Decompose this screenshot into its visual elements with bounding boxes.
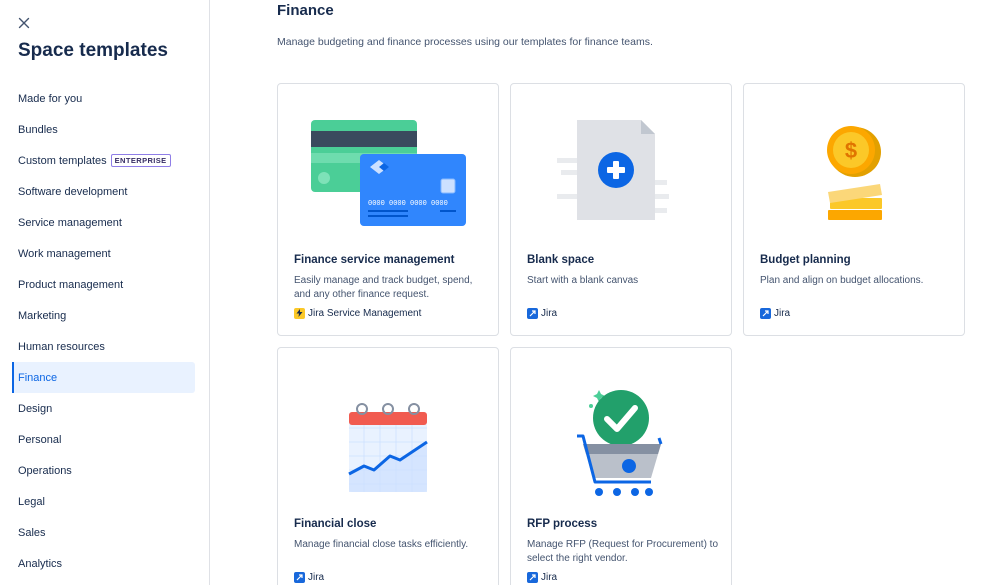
card-title: Blank space bbox=[527, 254, 595, 266]
card-title: Budget planning bbox=[760, 254, 851, 266]
product-name: Jira bbox=[308, 571, 325, 583]
sidebar-item-label: Marketing bbox=[18, 309, 67, 322]
jira-service-management-icon bbox=[294, 307, 305, 319]
sidebar-item-bundles[interactable]: Bundles bbox=[12, 114, 195, 145]
sidebar-item-label: Product management bbox=[18, 278, 124, 291]
jira-icon bbox=[527, 571, 538, 583]
blank-page-plus-illustration bbox=[557, 120, 669, 220]
sidebar-item-finance[interactable]: Finance bbox=[12, 362, 195, 393]
sidebar-item-label: Software development bbox=[18, 185, 128, 198]
sidebar-item-legal[interactable]: Legal bbox=[12, 486, 195, 517]
template-card-financial-close[interactable]: Financial close Manage financial close t… bbox=[277, 347, 499, 585]
product-label: Jira bbox=[527, 306, 557, 320]
card-title: RFP process bbox=[527, 518, 598, 530]
sidebar-item-product-management[interactable]: Product management bbox=[12, 269, 195, 300]
product-label: Jira bbox=[527, 570, 557, 584]
card-description: Start with a blank canvas bbox=[527, 275, 639, 286]
calendar-chart-illustration bbox=[348, 403, 428, 492]
product-name: Jira Service Management bbox=[308, 307, 422, 319]
sidebar-item-custom-templates[interactable]: Custom templates ENTERPRISE bbox=[12, 145, 195, 176]
enterprise-badge: ENTERPRISE bbox=[110, 154, 171, 167]
close-icon bbox=[18, 17, 30, 29]
sidebar-item-label: Operations bbox=[18, 464, 72, 477]
sidebar-item-sales[interactable]: Sales bbox=[12, 517, 195, 548]
card-description: Plan and align on budget allocations. bbox=[760, 275, 924, 286]
sidebar-item-label: Personal bbox=[18, 433, 62, 446]
jira-icon bbox=[760, 307, 771, 319]
coin-stack-illustration: $ bbox=[827, 126, 882, 220]
product-name: Jira bbox=[541, 571, 558, 583]
sidebar-item-label: Human resources bbox=[18, 340, 105, 353]
template-card-blank-space[interactable]: Blank space Start with a blank canvas Ji… bbox=[510, 83, 732, 336]
sidebar-item-analytics[interactable]: Analytics bbox=[12, 548, 195, 579]
page-description: Manage budgeting and finance processes u… bbox=[277, 36, 653, 48]
sidebar-item-service-management[interactable]: Service management bbox=[12, 207, 195, 238]
sidebar-item-label: Bundles bbox=[18, 123, 58, 136]
sidebar-item-label: Made for you bbox=[18, 92, 83, 105]
template-card-budget-planning[interactable]: $ Budget planning Plan and align on budg… bbox=[743, 83, 965, 336]
shopping-cart-check-illustration bbox=[577, 390, 663, 496]
category-nav: Made for you Bundles Custom templates ENT… bbox=[12, 83, 195, 579]
sidebar-title: Space templates bbox=[18, 40, 168, 61]
sidebar-item-software-development[interactable]: Software development bbox=[12, 176, 195, 207]
sidebar-item-design[interactable]: Design bbox=[12, 393, 195, 424]
space-templates-dialog: Space templates Made for you Bundles Cus… bbox=[0, 0, 999, 585]
jira-icon bbox=[527, 307, 538, 319]
sidebar-item-label: Service management bbox=[18, 216, 122, 229]
sidebar-item-marketing[interactable]: Marketing bbox=[12, 300, 195, 331]
main-content: Finance Manage budgeting and finance pro… bbox=[210, 0, 999, 585]
sidebar-item-operations[interactable]: Operations bbox=[12, 455, 195, 486]
sidebar-item-label: Analytics bbox=[18, 557, 63, 570]
sidebar-item-label: Finance bbox=[18, 371, 58, 384]
svg-text:$: $ bbox=[845, 138, 857, 163]
card-title: Financial close bbox=[294, 518, 377, 530]
product-name: Jira bbox=[774, 307, 791, 319]
sidebar-item-work-management[interactable]: Work management bbox=[12, 238, 195, 269]
sidebar-item-made-for-you[interactable]: Made for you bbox=[12, 83, 195, 114]
card-description: Manage RFP (Request for Procurement) to … bbox=[527, 539, 719, 564]
card-number-text: 0000 0000 0000 0000 bbox=[368, 200, 448, 208]
jira-icon bbox=[294, 571, 305, 583]
product-label: Jira Service Management bbox=[294, 306, 421, 320]
template-card-rfp-process[interactable]: RFP process Manage RFP (Request for Proc… bbox=[510, 347, 732, 585]
sidebar-item-personal[interactable]: Personal bbox=[12, 424, 195, 455]
sidebar-item-label: Legal bbox=[18, 495, 45, 508]
product-label: Jira bbox=[760, 306, 790, 320]
sidebar-item-label: Design bbox=[18, 402, 53, 415]
sidebar: Space templates Made for you Bundles Cus… bbox=[0, 0, 210, 585]
credit-cards-illustration: 0000 0000 0000 0000 bbox=[311, 120, 466, 226]
sidebar-item-human-resources[interactable]: Human resources bbox=[12, 331, 195, 362]
sidebar-item-label: Sales bbox=[18, 526, 46, 539]
template-card-finance-service-management[interactable]: 0000 0000 0000 0000 Finance service mana… bbox=[277, 83, 499, 336]
product-label: Jira bbox=[294, 570, 324, 584]
product-name: Jira bbox=[541, 307, 558, 319]
close-button[interactable] bbox=[14, 13, 34, 33]
sidebar-item-label: Work management bbox=[18, 247, 111, 260]
sidebar-item-label: Custom templates bbox=[18, 154, 107, 167]
page-title: Finance bbox=[277, 2, 334, 19]
card-description: Easily manage and track budget, spend, a… bbox=[294, 275, 473, 300]
card-description: Manage financial close tasks efficiently… bbox=[294, 539, 469, 550]
card-title: Finance service management bbox=[294, 254, 455, 266]
